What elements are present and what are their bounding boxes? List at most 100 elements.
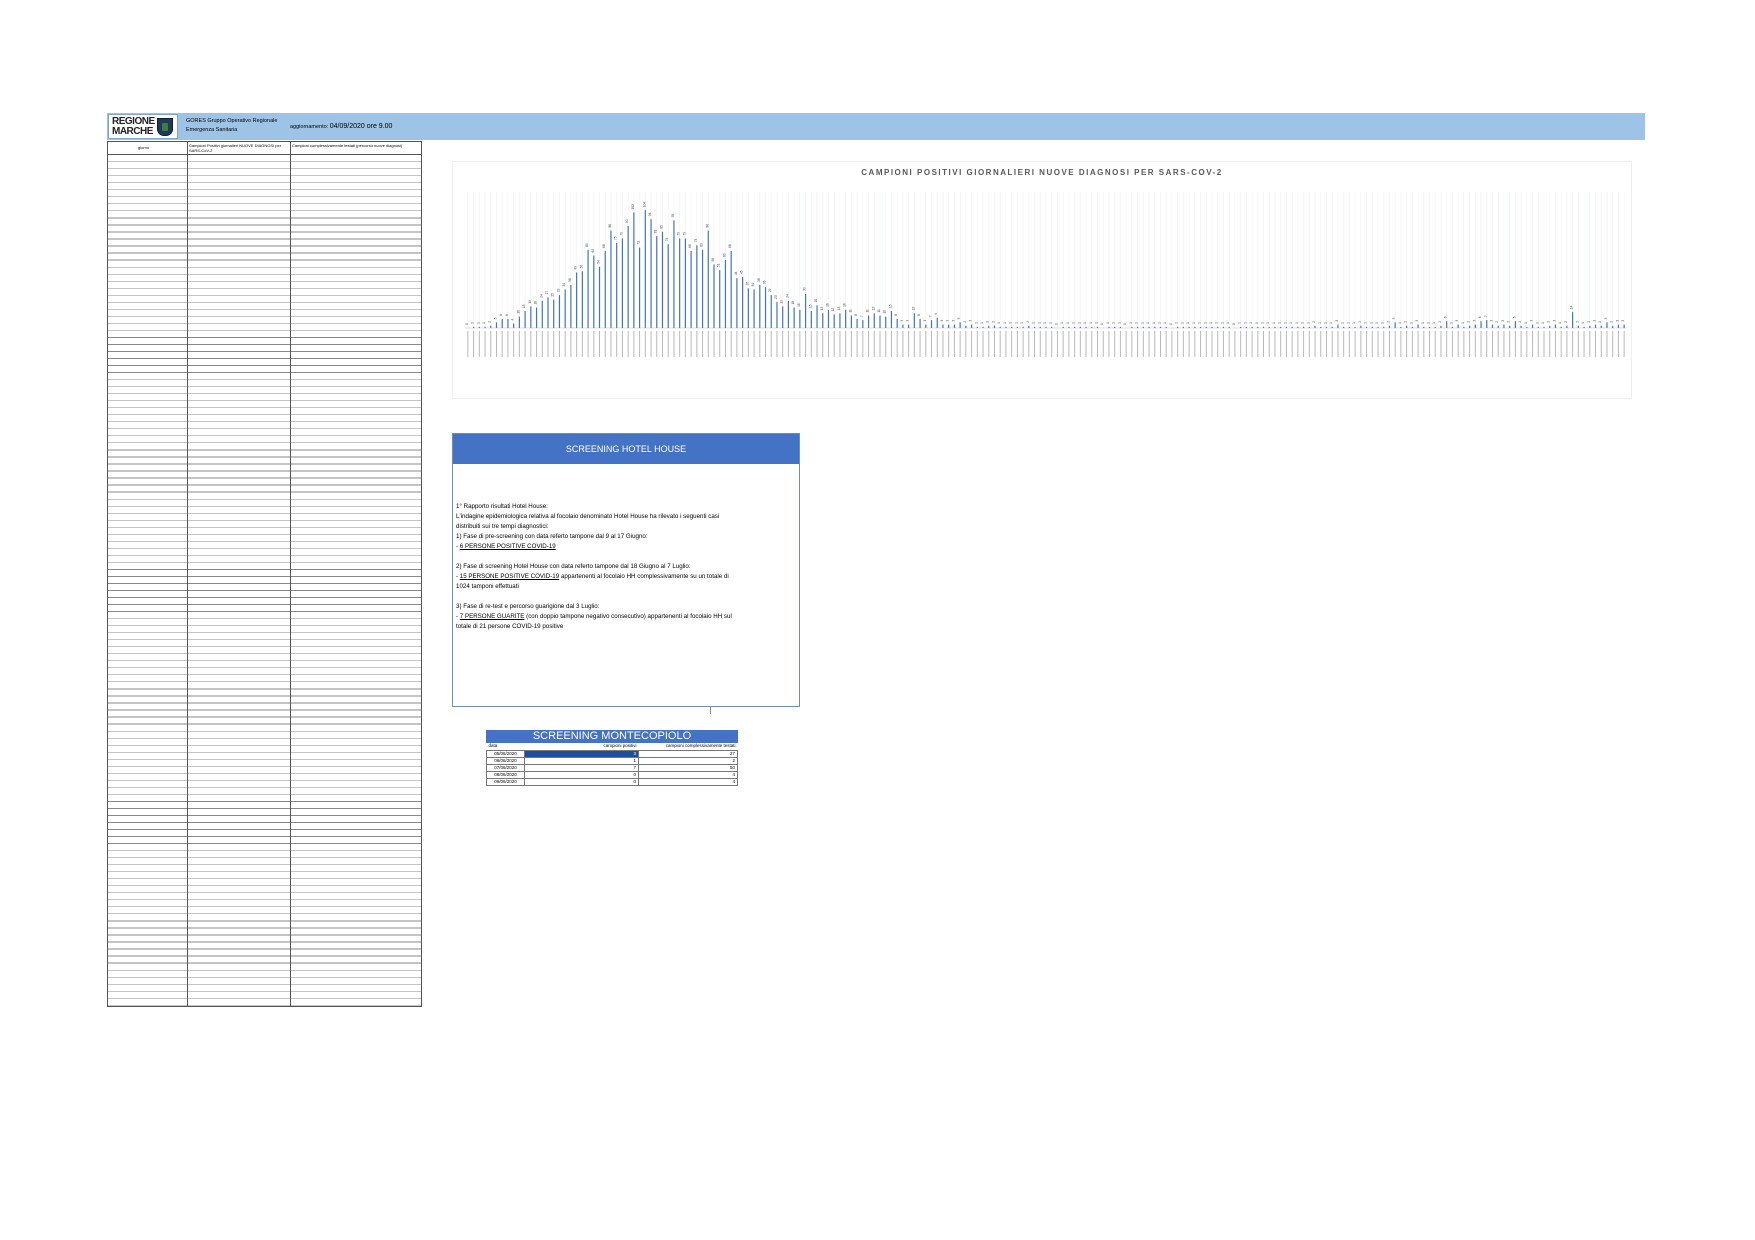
x-tick-label [484, 331, 486, 357]
hotel-highlight: 7 PERSONE GUARITE [459, 613, 525, 620]
data-label: 8 [854, 314, 858, 316]
x-tick-label [999, 331, 1001, 357]
chart-bar [1434, 326, 1436, 328]
chart-bar [1566, 325, 1568, 328]
data-label: 1 [482, 322, 486, 324]
x-tick-label [1388, 331, 1390, 357]
data-label: 1 [1323, 322, 1327, 324]
chart-bar [827, 309, 830, 328]
x-tick-label [1623, 331, 1625, 357]
x-tick-label [627, 331, 629, 357]
x-tick-label [896, 331, 898, 357]
col-header-day: giorno [138, 145, 150, 150]
x-tick-label [1251, 331, 1253, 357]
chart-bar [1428, 326, 1431, 328]
x-tick-label [753, 331, 755, 357]
chart-bar [753, 289, 755, 328]
x-tick-label [787, 331, 789, 357]
x-tick-label [965, 331, 967, 357]
chart-bar [1154, 326, 1156, 328]
x-tick-label [1446, 331, 1448, 357]
data-label: 35 [745, 282, 749, 286]
chart-bar [1165, 326, 1167, 328]
data-label: 1 [1318, 322, 1322, 324]
chart-bar [1114, 326, 1116, 328]
chart-bar [1589, 325, 1591, 328]
chart-bar [833, 314, 835, 328]
x-tick-label [776, 331, 778, 357]
report-page: REGIONE MARCHE GORES Gruppo Operativo Re… [0, 0, 1755, 1240]
chart-bar [553, 299, 555, 328]
chart-bar [1486, 320, 1488, 328]
chart-bar [1108, 326, 1110, 328]
hotel-line: totale di 21 persone COVID-19 positive [456, 623, 564, 630]
chart-bar [948, 324, 950, 328]
data-label: 3 [1455, 320, 1459, 322]
data-label: 7 [1484, 315, 1488, 317]
chart-bar [993, 325, 996, 328]
data-label: 27 [545, 291, 549, 295]
chart-bar [621, 238, 624, 328]
x-tick-label [1612, 331, 1614, 357]
x-tick-label [490, 331, 492, 357]
x-tick-label [1280, 331, 1282, 357]
chart-bar [1136, 326, 1139, 328]
chart-bar [1302, 326, 1305, 328]
chart-bar [936, 317, 938, 328]
chart-bar [667, 244, 669, 328]
data-label: 16 [825, 303, 829, 307]
chart-bar [1228, 326, 1230, 328]
x-tick-label [547, 331, 549, 357]
x-tick-label [1371, 331, 1373, 357]
x-tick-label [633, 331, 635, 357]
x-tick-label [558, 331, 560, 357]
data-label: 7 [860, 315, 864, 317]
x-tick-label [1434, 331, 1436, 357]
chart-bar [902, 324, 904, 328]
chart-bar [1503, 324, 1505, 328]
x-tick-label [1245, 331, 1247, 357]
x-tick-label [839, 331, 841, 357]
chart-bar [1039, 326, 1041, 328]
x-tick-label [513, 331, 515, 357]
x-tick-label [667, 331, 669, 357]
col-divider [290, 142, 291, 1006]
chart-bar [690, 250, 692, 328]
chart-bar [1417, 324, 1419, 328]
chart-bar [1314, 325, 1316, 328]
data-label: 1 [1083, 322, 1087, 324]
data-label: 2 [1404, 321, 1408, 323]
chart-bar [1131, 326, 1133, 328]
x-tick-label [518, 331, 520, 357]
x-tick-label [1474, 331, 1476, 357]
data-label: 75 [614, 236, 618, 240]
x-tick-label [656, 331, 658, 357]
chart-bar [472, 326, 475, 328]
data-label: 3 [940, 320, 944, 322]
x-tick-label [1074, 331, 1076, 357]
data-label: 1 [997, 322, 1001, 324]
data-label: 2 [1598, 321, 1602, 323]
data-label: 1 [1352, 322, 1356, 324]
x-tick-label [1560, 331, 1562, 357]
data-label: 96 [648, 212, 652, 216]
data-label: 5 [957, 317, 961, 319]
x-tick-label [1028, 331, 1030, 357]
x-tick-label [719, 331, 721, 357]
x-tick-label [793, 331, 795, 357]
col-header-date: data [488, 743, 498, 749]
data-label: 68 [602, 244, 606, 248]
x-tick-label [1497, 331, 1499, 357]
chart-bar [965, 325, 967, 328]
data-label: 1 [1226, 322, 1230, 324]
data-label: 1 [476, 322, 480, 324]
x-tick-label [604, 331, 606, 357]
chart-bar [558, 295, 561, 328]
cell-positives: 0 [524, 777, 639, 786]
x-tick-label [1285, 331, 1287, 357]
x-tick-label [639, 331, 641, 357]
x-tick-label [765, 331, 767, 357]
chart-bar [1159, 326, 1162, 328]
x-tick-label [747, 331, 749, 357]
chart-bar [627, 226, 629, 328]
